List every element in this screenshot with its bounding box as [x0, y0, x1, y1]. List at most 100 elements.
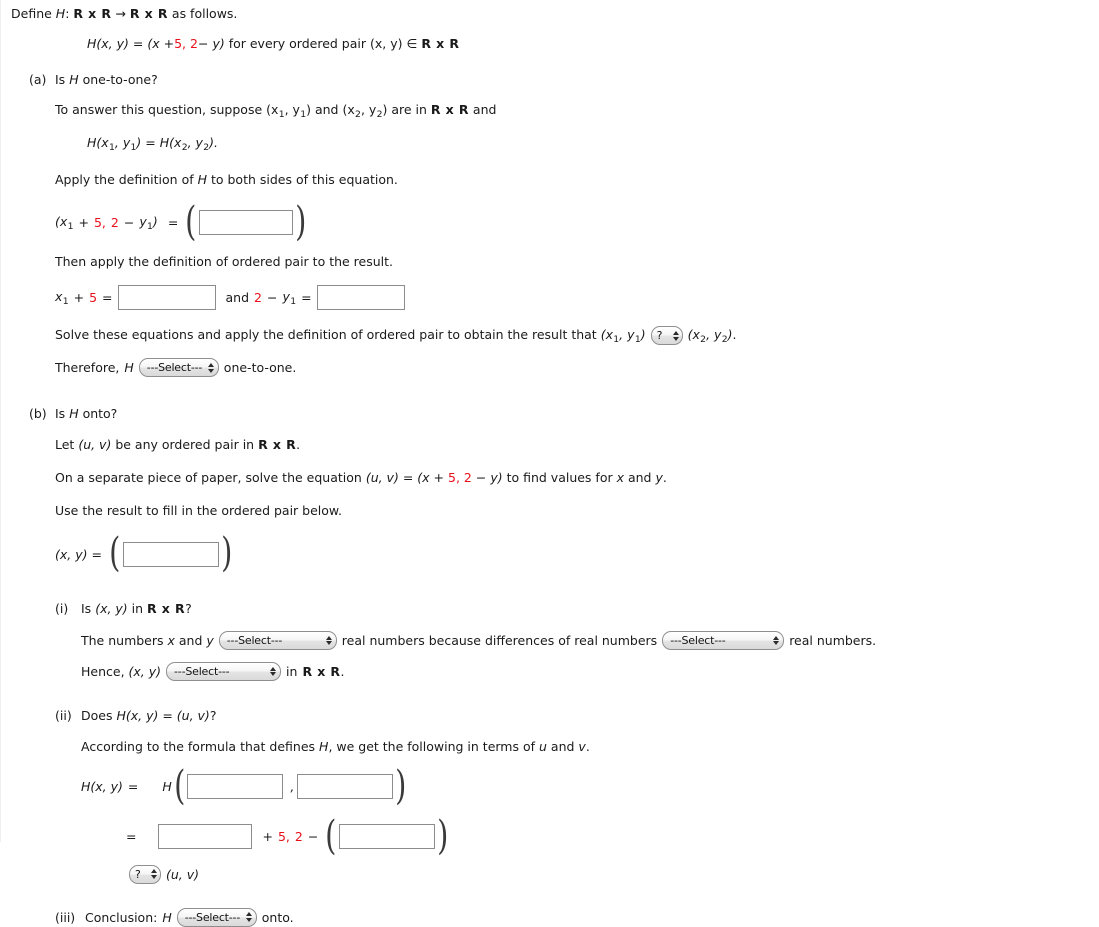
select-numbers-are[interactable]: ---Select--- — [218, 631, 337, 651]
select-differences-are-value: ---Select--- — [670, 634, 726, 648]
equality-expression: H(x1, y1) = H(x2, y2). — [87, 135, 218, 154]
select-onto-conclusion[interactable]: ---Select--- — [176, 907, 257, 927]
select-relation-b-value: ? — [135, 867, 141, 881]
suppose-set: R x R — [430, 102, 469, 118]
answer-input-ii-third[interactable] — [158, 824, 253, 850]
select-relation-a[interactable]: ? — [650, 326, 683, 346]
then-apply-text: Then apply the definition of ordered pai… — [55, 253, 394, 269]
domain-set: R x R — [73, 6, 112, 21]
stepper-arrows-icon — [270, 666, 277, 677]
item-ii-label: (ii) — [55, 708, 72, 724]
define-line: Define H: R x R → R x R as follows. — [11, 5, 1099, 24]
ordered-pair-lhs: (x, y) = — [55, 546, 102, 562]
answer-input-ordered-pair-a[interactable] — [198, 210, 293, 236]
formula-const-2: 2 — [190, 35, 198, 51]
solve-paper-text-2: y) to find values for x and y. — [490, 469, 667, 485]
eq-left-equals: = — [102, 290, 113, 306]
solve-text-1: Solve these equations and apply the defi… — [55, 326, 646, 345]
item-iii-text-2: onto. — [261, 909, 294, 925]
stepper-arrows-icon — [245, 912, 252, 922]
item-ii-row-1: H(x, y) = H ( , ) — [81, 762, 407, 809]
therefore-text-2: one-to-one. — [223, 360, 297, 376]
apply-definition-text: Apply the definition of H to both sides … — [55, 171, 1099, 190]
item-i-heading: (i) Is (x, y) in R x R? — [55, 600, 1099, 619]
according-to-text: According to the formula that defines H,… — [81, 738, 1099, 757]
hence-text-1: Hence, (x, y) — [81, 664, 162, 680]
answer-input-ordered-pair-b[interactable] — [122, 541, 219, 567]
solve-paper-comma: , — [455, 469, 460, 485]
part-a-question: Is H one-to-one? — [55, 71, 158, 87]
select-hence-membership[interactable]: ---Select--- — [166, 662, 282, 682]
item-i-label: (i) — [55, 601, 69, 617]
part-a-heading: (a) Is H one-to-one? — [29, 71, 1099, 90]
eq-left-const: 5 — [89, 290, 98, 306]
select-relation-b[interactable]: ? — [129, 864, 161, 884]
part-a-label: (a) — [29, 71, 47, 87]
select-onto-conclusion-value: ---Select--- — [184, 910, 241, 924]
answer-input-x1-plus-5[interactable] — [117, 285, 216, 311]
answer-input-2-minus-y1[interactable] — [316, 285, 405, 311]
stepper-arrows-icon — [773, 635, 780, 646]
suppose-text-2: , y — [284, 102, 300, 118]
answer-input-ii-second[interactable] — [297, 774, 394, 800]
row3-text: (u, v) — [166, 866, 200, 882]
item-iii-text-1: Conclusion: — [85, 909, 158, 925]
therefore-fn: H — [124, 360, 134, 376]
formula-tail: for every ordered pair (x, y) — [228, 35, 403, 51]
row1-fn: H — [162, 779, 172, 795]
element-of-icon: ∈ — [406, 35, 418, 51]
stepper-arrows-icon — [207, 363, 214, 373]
select-differences-are[interactable]: ---Select--- — [662, 631, 785, 651]
hence-line: Hence, (x, y) ---Select--- in R x R. — [81, 662, 1099, 682]
suppose-text-5: ) are in — [382, 102, 427, 118]
apply-definition-label: Apply the definition of H to both sides … — [55, 171, 398, 187]
select-hence-membership-value: ---Select--- — [174, 665, 230, 679]
stepper-arrows-icon — [325, 635, 332, 646]
numbers-line: The numbers x and y ---Select--- real nu… — [81, 631, 1099, 651]
according-to-label: According to the formula that defines H,… — [81, 738, 590, 754]
stepper-arrows-icon — [672, 331, 679, 341]
item-iii-label: (iii) — [55, 909, 76, 925]
eq-left-lhs: x1 — [55, 288, 69, 307]
apply-minus: − — [123, 215, 135, 231]
suppose-text-3: ) and (x — [306, 102, 355, 118]
item-i-question: Is (x, y) in R x R? — [81, 601, 192, 617]
let-set: R x R — [258, 437, 297, 453]
let-text-1: Let (u, v) be any ordered pair in — [55, 437, 255, 453]
ordered-pair-row: (x, y) = ( ) — [55, 530, 232, 577]
solve-paper-text-1: On a separate piece of paper, solve the … — [55, 469, 444, 485]
formula-set: R x R — [421, 35, 460, 51]
item-ii-row-2: = + 5, 2 − ( ) — [126, 812, 449, 859]
eq-conjunction: and — [225, 290, 250, 306]
therefore-text-1: Therefore, — [55, 360, 120, 376]
solve-paper-line: On a separate piece of paper, solve the … — [55, 469, 1099, 488]
answer-input-ii-fourth[interactable] — [338, 824, 435, 850]
suppose-text-6: and — [472, 102, 497, 118]
select-one-to-one-conclusion[interactable]: ---Select--- — [138, 358, 219, 378]
formula-line: H(x, y) = (x +5, 2− y) for every ordered… — [87, 35, 1099, 54]
solve-paper-const-1: 5 — [447, 469, 456, 485]
formula-lhs: H(x, y) — [87, 35, 129, 51]
solve-paper-const-2: 2 — [463, 469, 472, 485]
worksheet-page: Define H: R x R → R x R as follows. H(x,… — [1, 0, 1099, 927]
eq-right-y: y1 — [282, 288, 297, 307]
select-one-to-one-value: ---Select--- — [146, 361, 203, 375]
apply-const-2: 2 — [110, 215, 119, 231]
function-name: H — [55, 6, 66, 21]
formula-comma: , — [182, 35, 187, 51]
arrow-icon: → — [115, 6, 126, 21]
select-relation-a-value: ? — [656, 329, 663, 343]
solve-equations-line: Solve these equations and apply the defi… — [55, 326, 1099, 346]
two-equations-row: x1 + 5 = and 2 − y1 = — [55, 285, 1099, 311]
suppose-text-4: , y — [360, 102, 377, 118]
formula-close: y) — [212, 35, 225, 51]
suppose-text-1: To answer this question, suppose (x — [55, 102, 279, 118]
formula-equals: = — [132, 35, 144, 51]
eq-right-minus: − — [267, 290, 278, 306]
solve-paper-minus: − — [475, 469, 487, 485]
apply-y-term: y1) — [139, 213, 158, 232]
part-b-label: (b) — [29, 406, 47, 422]
answer-input-ii-first[interactable] — [187, 774, 284, 800]
numbers-text-2: real numbers because differences of real… — [341, 633, 658, 649]
select-numbers-are-value: ---Select--- — [226, 634, 283, 648]
